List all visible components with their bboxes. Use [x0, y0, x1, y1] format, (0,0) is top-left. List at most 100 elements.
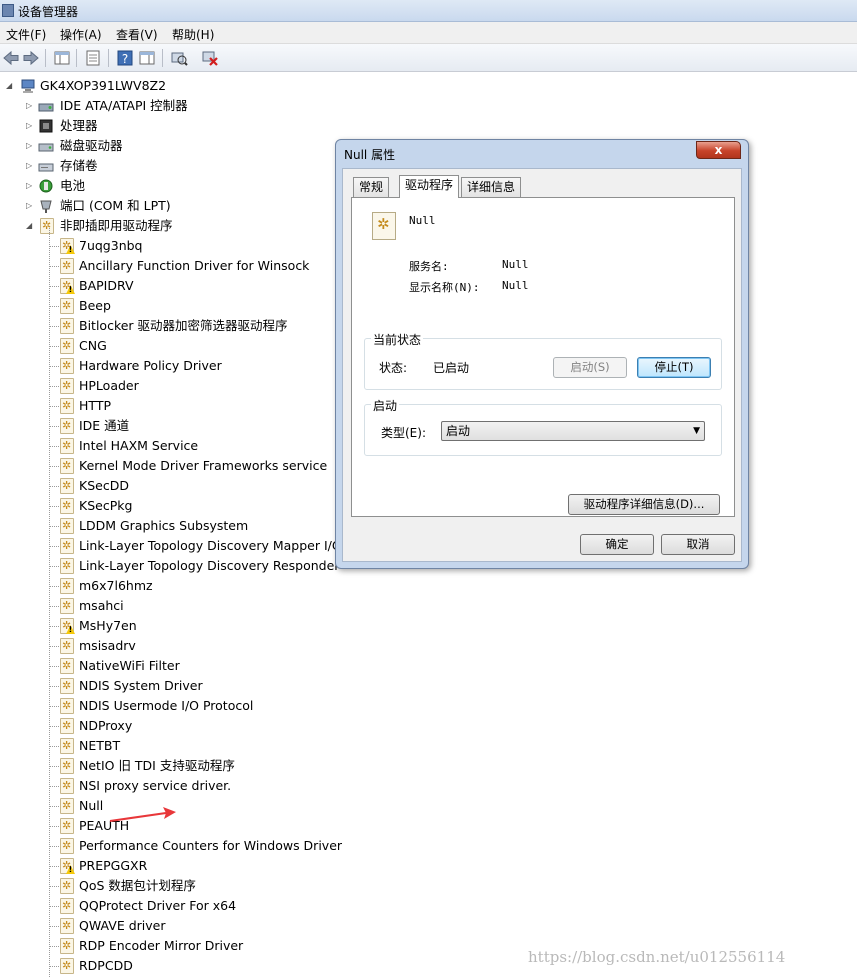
category-label: 电池	[60, 178, 86, 193]
tree-guide-line	[50, 326, 60, 327]
driver-item[interactable]: NetIO 旧 TDI 支持驱动程序	[0, 756, 340, 776]
toolbar-separator	[76, 49, 77, 67]
tree-root[interactable]: ◢ GK4XOP391LWV8Z2	[0, 76, 300, 96]
menu-file[interactable]: 文件(F)	[6, 26, 46, 43]
driver-warning-icon	[60, 856, 74, 876]
driver-item[interactable]: Link-Layer Topology Discovery Mapper I/O	[0, 536, 342, 556]
display-name-label: 显示名称(N):	[409, 281, 480, 294]
tree-category[interactable]: ▷ 处理器	[0, 116, 300, 136]
expand-icon[interactable]: ▷	[26, 156, 32, 176]
driver-label: QoS 数据包计划程序	[79, 878, 196, 893]
driver-item[interactable]: msisadrv	[0, 636, 340, 656]
expand-icon[interactable]: ▷	[26, 96, 32, 116]
driver-item[interactable]: NDIS System Driver	[0, 676, 340, 696]
help-icon[interactable]: ?	[116, 49, 134, 67]
driver-icon	[60, 756, 74, 776]
driver-item[interactable]: NETBT	[0, 736, 340, 756]
close-button[interactable]: x	[696, 141, 741, 159]
forward-arrow-icon[interactable]	[22, 49, 40, 67]
driver-label: msahci	[79, 598, 124, 613]
disk-drive-icon	[38, 143, 54, 152]
expand-icon[interactable]: ▷	[26, 176, 32, 196]
driver-item[interactable]: BAPIDRV	[0, 276, 340, 296]
tree-category[interactable]: ▷ IDE ATA/ATAPI 控制器	[0, 96, 300, 116]
driver-item[interactable]: HPLoader	[0, 376, 340, 396]
driver-item[interactable]: PREPGGXR	[0, 856, 340, 876]
tab-details[interactable]: 详细信息	[461, 177, 522, 197]
menu-action[interactable]: 操作(A)	[60, 26, 102, 43]
driver-item[interactable]: MsHy7en	[0, 616, 340, 636]
driver-label: Null	[79, 798, 104, 813]
driver-item[interactable]: Intel HAXM Service	[0, 436, 340, 456]
tree-guide-line	[50, 466, 60, 467]
driver-item[interactable]: RDP Encoder Mirror Driver	[0, 936, 340, 956]
collapse-icon[interactable]: ◢	[6, 76, 12, 96]
uninstall-icon[interactable]	[201, 49, 219, 67]
tab-general[interactable]: 常规	[353, 177, 390, 197]
driver-item[interactable]: Hardware Policy Driver	[0, 356, 340, 376]
window-title: 设备管理器	[18, 5, 79, 19]
driver-icon	[60, 896, 74, 916]
driver-label: QQProtect Driver For x64	[79, 898, 237, 913]
menu-bar: 文件(F) 操作(A) 查看(V) 帮助(H)	[0, 22, 857, 44]
menu-help[interactable]: 帮助(H)	[172, 26, 214, 43]
driver-icon	[60, 956, 74, 976]
driver-item[interactable]: NDProxy	[0, 716, 340, 736]
driver-item[interactable]: KSecPkg	[0, 496, 340, 516]
start-button[interactable]: 启动(S)	[553, 357, 627, 378]
driver-icon	[372, 212, 396, 240]
driver-item[interactable]: NDIS Usermode I/O Protocol	[0, 696, 340, 716]
driver-item[interactable]: LDDM Graphics Subsystem	[0, 516, 340, 536]
driver-item[interactable]: Ancillary Function Driver for Winsock	[0, 256, 340, 276]
scan-hardware-icon[interactable]	[170, 49, 188, 67]
tree-category[interactable]: ◢ 非即插即用驱动程序	[0, 216, 300, 236]
tree-guide-line	[50, 306, 60, 307]
driver-item[interactable]: Kernel Mode Driver Frameworks service	[0, 456, 340, 476]
collapse-icon[interactable]: ◢	[26, 216, 32, 236]
properties-icon[interactable]	[84, 49, 102, 67]
driver-item[interactable]: msahci	[0, 596, 340, 616]
expand-icon[interactable]: ▷	[26, 196, 32, 216]
expand-icon[interactable]: ▷	[26, 136, 32, 156]
menu-view[interactable]: 查看(V)	[116, 26, 158, 43]
watermark: https://blog.csdn.net/u012556114	[528, 948, 786, 966]
driver-label: KSecDD	[79, 478, 129, 493]
tree-category[interactable]: ▷ 存储卷	[0, 156, 300, 176]
driver-item[interactable]: Beep	[0, 296, 340, 316]
driver-item[interactable]: IDE 通道	[0, 416, 340, 436]
startup-type-select[interactable]: 启动 ▼	[441, 421, 705, 441]
driver-item[interactable]: KSecDD	[0, 476, 340, 496]
tree-guide-line	[50, 706, 60, 707]
driver-item[interactable]: 7uqg3nbq	[0, 236, 340, 256]
ok-button[interactable]: 确定	[580, 534, 654, 555]
driver-item[interactable]: QQProtect Driver For x64	[0, 896, 340, 916]
driver-item[interactable]: QWAVE driver	[0, 916, 340, 936]
back-arrow-icon[interactable]	[2, 49, 20, 67]
console-tree-icon[interactable]	[53, 49, 71, 67]
driver-details-button[interactable]: 驱动程序详细信息(D)...	[568, 494, 720, 515]
tree-category[interactable]: ▷ 电池	[0, 176, 300, 196]
driver-item[interactable]: NativeWiFi Filter	[0, 656, 340, 676]
tree-category[interactable]: ▷ 磁盘驱动器	[0, 136, 300, 156]
driver-item[interactable]: Bitlocker 驱动器加密筛选器驱动程序	[0, 316, 340, 336]
action-pane-icon[interactable]	[138, 49, 156, 67]
driver-item[interactable]: m6x7l6hmz	[0, 576, 340, 596]
tree-guide-line	[50, 406, 60, 407]
stop-button[interactable]: 停止(T)	[637, 357, 711, 378]
driver-icon	[60, 296, 74, 316]
tree-guide-line	[50, 946, 60, 947]
driver-item[interactable]: NSI proxy service driver.	[0, 776, 340, 796]
tree-category[interactable]: ▷ 端口 (COM 和 LPT)	[0, 196, 300, 216]
driver-item[interactable]: Link-Layer Topology Discovery Responder	[0, 556, 340, 576]
cancel-button[interactable]: 取消	[661, 534, 735, 555]
driver-item[interactable]: HTTP	[0, 396, 340, 416]
driver-label: msisadrv	[79, 638, 136, 653]
driver-item[interactable]: CNG	[0, 336, 340, 356]
tab-driver[interactable]: 驱动程序	[399, 175, 460, 198]
expand-icon[interactable]: ▷	[26, 116, 32, 136]
driver-item[interactable]: QoS 数据包计划程序	[0, 876, 340, 896]
driver-item[interactable]: Performance Counters for Windows Driver	[0, 836, 342, 856]
dropdown-arrow-icon[interactable]: ▼	[693, 422, 700, 440]
driver-item[interactable]: RDPCDD	[0, 956, 340, 976]
annotation-arrow	[109, 807, 176, 822]
